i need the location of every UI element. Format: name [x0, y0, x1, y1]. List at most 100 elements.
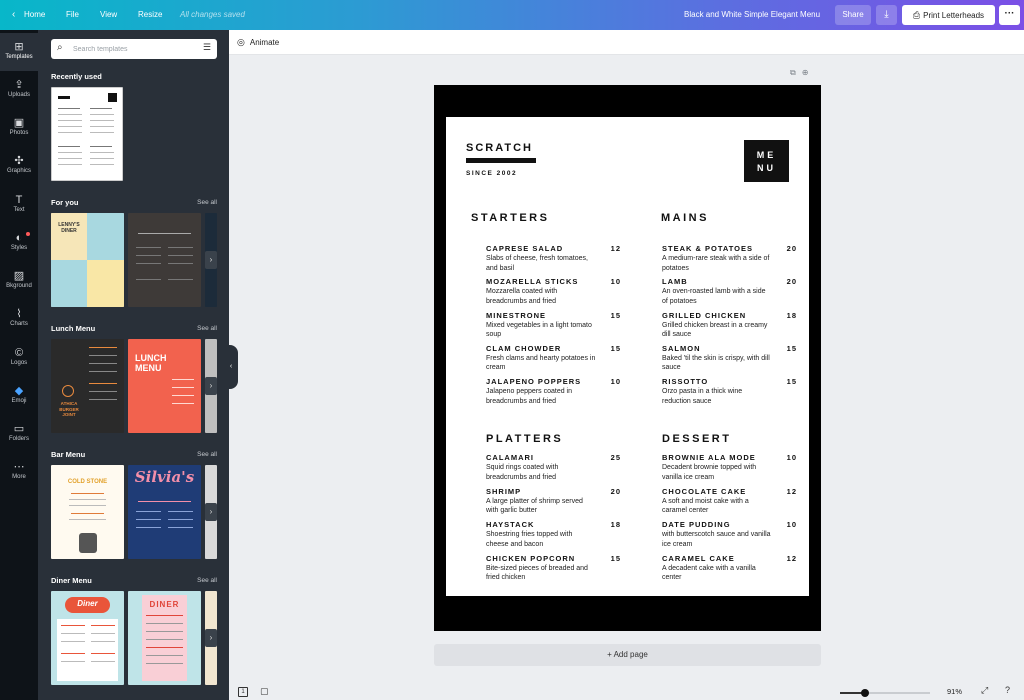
- section-title-dessert: DESSERT: [662, 433, 732, 445]
- rail-item-uploads[interactable]: ⇪ Uploads: [0, 71, 38, 109]
- more-button[interactable]: ···: [999, 5, 1020, 25]
- section-title-starters: STARTERS: [471, 212, 550, 224]
- menu-item-price: 10: [610, 277, 621, 287]
- home-button[interactable]: Home: [24, 0, 45, 30]
- file-menu[interactable]: File: [66, 0, 79, 30]
- search-input[interactable]: [73, 42, 193, 56]
- menu-item-price: 12: [610, 244, 621, 253]
- resize-menu[interactable]: Resize: [138, 0, 162, 30]
- see-all-bar[interactable]: See all: [197, 451, 217, 458]
- rail-item-templates[interactable]: ⊞ Templates: [0, 33, 38, 71]
- rail-item-label: Graphics: [6, 168, 31, 174]
- add-page-button[interactable]: + Add page: [434, 644, 821, 666]
- graphics-icon: ✣: [14, 155, 24, 167]
- template-thumb-cold-stone[interactable]: COLD STONE: [51, 465, 124, 559]
- menu-item-price: 12: [786, 553, 797, 563]
- menu-item: CAPRESE SALAD 12 Slabs of cheese, fresh to…: [486, 244, 621, 273]
- template-thumb-diner-2[interactable]: DINER: [128, 591, 201, 685]
- download-icon: ⤓: [884, 9, 889, 20]
- zoom-level[interactable]: 91%: [947, 687, 962, 696]
- download-button[interactable]: ⤓: [876, 5, 897, 25]
- athica-thumb-text: ATHICA BURGER JOINT: [59, 401, 79, 417]
- next-arrow-icon[interactable]: ›: [205, 377, 217, 395]
- menu-item-price: 20: [786, 277, 797, 287]
- rail-item-label: Text: [13, 207, 25, 213]
- for-you-title: For you: [51, 198, 79, 207]
- fullscreen-icon[interactable]: ⤢: [981, 685, 988, 696]
- animate-button[interactable]: ◎ Animate: [237, 30, 279, 55]
- chevron-left-icon[interactable]: ‹: [12, 0, 15, 30]
- lennys-thumb-text: LENNY'S DINER: [58, 222, 80, 234]
- notes-icon[interactable]: ▢: [260, 686, 269, 697]
- template-thumb-diner-1[interactable]: Diner: [51, 591, 124, 685]
- rail-item-styles[interactable]: ◐ Styles: [0, 224, 38, 262]
- template-thumb-lennys-diner[interactable]: LENNY'S DINER: [51, 213, 124, 307]
- see-all-diner[interactable]: See all: [197, 577, 217, 584]
- menu-item: CHICKEN POPCORN 15 Bite-sized pieces of br…: [486, 554, 621, 583]
- add-page-icon[interactable]: ⊕: [802, 68, 815, 77]
- template-thumb-lunch-menu[interactable]: LUNCH MENU: [128, 339, 201, 433]
- template-thumb-recent[interactable]: [51, 87, 123, 181]
- menu-item-price: 15: [610, 310, 621, 320]
- menu-item: CARAMEL CAKE 12 A decadent cake with a van…: [662, 554, 797, 583]
- menu-item-name: SHRIMP: [486, 486, 522, 496]
- next-arrow-icon[interactable]: ›: [205, 629, 217, 647]
- menu-item-price: 15: [610, 343, 621, 353]
- folders-icon: ▭: [13, 423, 25, 435]
- view-menu[interactable]: View: [100, 0, 117, 30]
- template-thumb-silvias[interactable]: Silvia's: [128, 465, 201, 559]
- rail-item-photos[interactable]: ▣ Photos: [0, 109, 38, 147]
- menu-item: MOZARELLA STICKS 10 Mozzarella coated with…: [486, 277, 621, 306]
- menu-item: DATE PUDDING 10 with butterscotch sauce an…: [662, 520, 797, 549]
- print-button[interactable]: ⎙ Print Letterheads: [902, 5, 995, 25]
- menu-card: SCRATCH SINCE 2002 ME NU STARTERS CAPRESE…: [446, 117, 809, 596]
- rail-item-logos[interactable]: © Logos: [0, 339, 38, 377]
- rail-item-folders[interactable]: ▭ Folders: [0, 415, 38, 453]
- menu-item-description: Mozzarella coated with breadcrumbs and f…: [486, 288, 558, 305]
- search-box[interactable]: ⌕ ☰: [51, 39, 217, 59]
- next-arrow-icon[interactable]: ›: [205, 503, 217, 521]
- menu-item-description: Orzo pasta in a thick wine reduction sau…: [662, 388, 743, 405]
- duplicate-page-icon[interactable]: ⧉: [790, 68, 802, 77]
- charts-icon: ⌇: [16, 308, 22, 320]
- menu-item: CALAMARI 25 Squid rings coated with breadc…: [486, 453, 621, 482]
- bkground-icon: ▨: [13, 270, 25, 282]
- collapse-panel-button[interactable]: ‹: [224, 345, 238, 389]
- next-arrow-icon[interactable]: ›: [205, 251, 217, 269]
- rail-item-more[interactable]: ⋯ More: [0, 453, 38, 491]
- menu-item-description: An oven-roasted lamb with a side of pota…: [662, 288, 766, 305]
- lunch-menu-title: Lunch Menu: [51, 324, 96, 333]
- menu-item-name: RISSOTTO: [662, 377, 709, 387]
- design-page[interactable]: SCRATCH SINCE 2002 ME NU STARTERS CAPRESE…: [434, 85, 821, 631]
- menu-item-name: BROWNIE ALA MODE: [662, 453, 756, 462]
- see-all-lunch[interactable]: See all: [197, 325, 217, 332]
- menu-item: JALAPENO POPPERS 10 Jalapeno peppers coate…: [486, 377, 621, 406]
- zoom-slider[interactable]: [840, 689, 930, 697]
- menu-item: HAYSTACK 18 Shoestring fries topped with c…: [486, 520, 621, 549]
- zoom-slider-knob[interactable]: [861, 689, 869, 697]
- rail-item-bkground[interactable]: ▨ Bkground: [0, 262, 38, 300]
- menu-item-name: CHICKEN POPCORN: [486, 553, 576, 563]
- rail-item-charts[interactable]: ⌇ Charts: [0, 300, 38, 338]
- diner-1-thumb-text: Diner: [77, 599, 98, 608]
- share-button[interactable]: Share: [835, 5, 871, 25]
- menu-item-description: with butterscotch sauce and vanilla ice …: [662, 531, 771, 548]
- menu-item-description: Fresh clams and hearty potatoes in cream: [486, 354, 596, 372]
- filter-icon[interactable]: ☰: [203, 42, 211, 53]
- page-count-button[interactable]: 1: [238, 687, 248, 697]
- rail-item-emoji[interactable]: ◆ Emoji: [0, 377, 38, 415]
- template-thumb-dark-menu[interactable]: [128, 213, 201, 307]
- see-all-for-you[interactable]: See all: [197, 199, 217, 206]
- recently-used-title: Recently used: [51, 72, 102, 81]
- rail-item-text[interactable]: T Text: [0, 186, 38, 224]
- design-title[interactable]: Black and White Simple Elegant Menu: [684, 0, 820, 30]
- menu-item: CHOCOLATE CAKE 12 A soft and moist cake wi…: [662, 487, 797, 516]
- menu-item-description: Shoestring fries topped with cheese and …: [486, 531, 573, 548]
- photos-icon: ▣: [13, 117, 25, 129]
- help-icon[interactable]: ?: [1005, 685, 1010, 695]
- menu-item-price: 18: [786, 310, 797, 320]
- left-rail: ⊞ Templates ⇪ Uploads ▣ Photos ✣ Graphics T Text ◐…: [0, 30, 38, 700]
- menu-item: SHRIMP 20 A large platter of shrimp served…: [486, 487, 621, 516]
- rail-item-graphics[interactable]: ✣ Graphics: [0, 147, 38, 185]
- template-thumb-athica-burger[interactable]: ATHICA BURGER JOINT: [51, 339, 124, 433]
